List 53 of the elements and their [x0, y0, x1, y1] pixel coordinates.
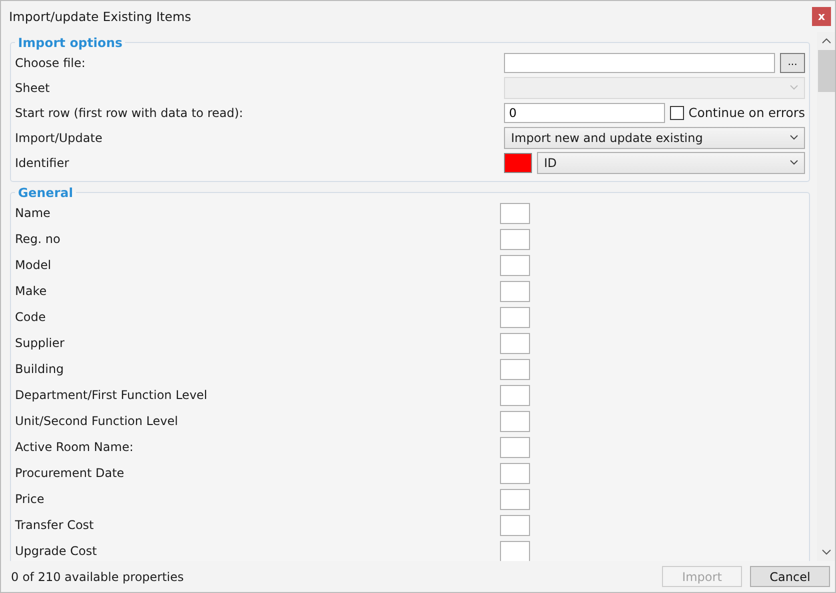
mapping-field[interactable]	[500, 410, 530, 432]
status-text: 0 of 210 available properties	[11, 570, 184, 584]
field-label: Sheet	[15, 80, 50, 94]
start-row-field[interactable]: 0	[504, 102, 664, 122]
group-legend: Import options	[15, 35, 126, 50]
color-swatch[interactable]	[504, 152, 532, 172]
file-path-field[interactable]	[504, 52, 775, 72]
property-label: Transfer Cost	[15, 518, 95, 532]
mapping-field[interactable]	[500, 332, 530, 354]
mapping-field[interactable]	[500, 540, 530, 561]
property-label: Make	[15, 284, 48, 298]
mapping-field[interactable]	[500, 514, 530, 536]
checkbox[interactable]	[670, 106, 684, 120]
field-label: Choose file:	[15, 56, 86, 70]
property-label: Unit/Second Function Level	[15, 414, 179, 428]
property-label: Procurement Date	[15, 466, 126, 480]
mapping-field[interactable]	[500, 358, 530, 380]
mapping-field[interactable]	[500, 436, 530, 458]
mapping-field[interactable]	[500, 306, 530, 328]
field-label: Start row (first row with data to read):	[15, 106, 244, 120]
chevron-down-icon	[790, 85, 798, 90]
field-label: Import/Update	[15, 130, 102, 144]
property-label: Model	[15, 258, 52, 272]
chevron-down-icon	[790, 160, 798, 165]
mapping-field[interactable]	[500, 280, 530, 302]
group-legend: General	[15, 185, 76, 200]
chevron-down-icon	[822, 549, 830, 555]
field-label: Identifier	[15, 156, 70, 170]
browse-button[interactable]: ...	[780, 52, 805, 72]
close-button[interactable]: x	[812, 7, 831, 26]
window-title: Import/update Existing Items	[9, 9, 192, 24]
chevron-up-icon	[822, 38, 830, 44]
scrollbar-thumb[interactable]	[818, 50, 834, 92]
mapping-field[interactable]	[500, 254, 530, 276]
property-label: Reg. no	[15, 232, 62, 246]
property-label: Price	[15, 492, 46, 506]
dialog-button[interactable]: Cancel	[750, 566, 830, 587]
property-label: Name	[15, 206, 52, 220]
checkbox-label: Continue on errors	[688, 105, 805, 120]
mapping-field[interactable]	[500, 462, 530, 484]
property-label: Building	[15, 362, 65, 376]
chevron-down-icon	[790, 135, 798, 140]
property-label: Upgrade Cost	[15, 544, 98, 558]
mapping-field[interactable]	[500, 228, 530, 250]
mapping-field[interactable]	[500, 488, 530, 510]
property-label: Code	[15, 310, 47, 324]
property-label: Active Room Name:	[15, 440, 134, 454]
mapping-field[interactable]	[500, 202, 530, 224]
identifier-dropdown[interactable]: ID	[537, 152, 805, 174]
mapping-field[interactable]	[500, 384, 530, 406]
import-mode-dropdown[interactable]: Import new and update existing	[504, 126, 805, 148]
property-label: Supplier	[15, 336, 66, 350]
property-label: Department/First Function Level	[15, 388, 208, 402]
